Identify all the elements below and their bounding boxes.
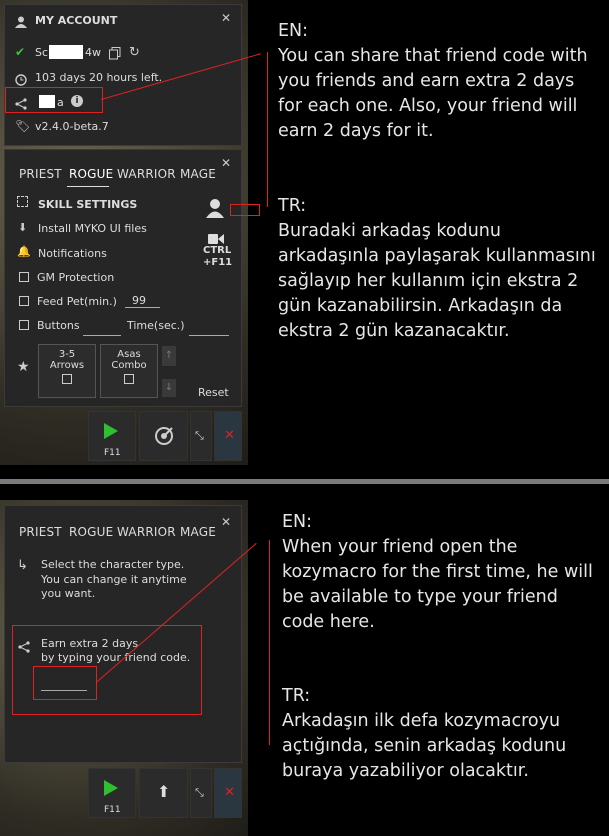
settings-panel: ✕ PRIEST ROGUE WARRIOR MAGE SKILL SETTIN… <box>4 149 242 407</box>
annotation-en-label: EN: <box>278 21 309 41</box>
select-line3: you want. <box>41 587 96 600</box>
class-tabs: PRIEST ROGUE WARRIOR MAGE <box>19 167 219 185</box>
account-panel: MY ACCOUNT ✕ ✔ Sc 4w ↻ 103 days 20 hours… <box>4 4 242 146</box>
upload-button[interactable]: ⬆ <box>139 768 188 818</box>
annotation-tr-text: Arkadaşın ilk defa kozymacroyu açtığında… <box>282 711 567 781</box>
tab-mage[interactable]: MAGE <box>180 167 216 181</box>
annotation-en-text: You can share that friend code with you … <box>278 46 588 141</box>
play-icon <box>104 780 118 796</box>
bracket-bottom <box>269 540 270 745</box>
license-code-start: Sc <box>35 46 49 59</box>
gm-protection-label: GM Protection <box>37 271 115 284</box>
friend-code-input-highlight <box>33 666 97 700</box>
install-myko-ui[interactable]: Install MYKO UI files <box>38 222 147 235</box>
check-icon: ✔ <box>15 45 26 59</box>
copy-icon[interactable] <box>109 45 121 64</box>
tab-priest[interactable]: PRIEST <box>19 167 62 181</box>
annotation-tr-label: TR: <box>282 686 311 706</box>
star-icon: ★ <box>17 359 30 375</box>
play-button[interactable]: F11 <box>88 411 136 461</box>
active-tab-underline <box>67 186 109 187</box>
install-icon: ⬇ <box>18 221 28 234</box>
time-input[interactable] <box>189 334 229 336</box>
version: v2.4.0-beta.7 <box>35 120 109 133</box>
minimize-button[interactable]: ⤡ <box>190 768 212 818</box>
select-line2: You can change it anytime <box>41 573 187 586</box>
hotkey-f11: +F11 <box>203 257 233 268</box>
redacted-block <box>49 45 83 59</box>
arrow-up-icon: ⬆ <box>157 782 171 801</box>
user-icon <box>15 13 27 32</box>
close-icon[interactable]: ✕ <box>221 11 231 25</box>
target-button[interactable] <box>139 411 188 461</box>
tab-rogue[interactable]: ROGUE <box>69 167 113 181</box>
target-icon <box>154 426 174 450</box>
buttons-label: Buttons <box>37 319 80 332</box>
section-divider <box>0 479 609 484</box>
notifications[interactable]: Notifications <box>38 247 107 260</box>
play-icon <box>104 423 118 439</box>
settings-focus-icon <box>17 196 28 207</box>
turn-arrow-icon: ↳ <box>17 558 28 573</box>
refresh-icon[interactable]: ↻ <box>129 45 140 60</box>
stop-button[interactable]: ✕ <box>214 411 242 461</box>
buttons-checkbox[interactable] <box>19 320 29 330</box>
gm-protection-checkbox[interactable] <box>19 272 29 282</box>
minimize-button[interactable]: ⤡ <box>190 411 212 461</box>
stop-icon: ✕ <box>224 428 235 443</box>
feed-pet-input[interactable]: 99 <box>125 294 160 308</box>
minimize-icon: ⤡ <box>195 786 204 799</box>
tag-icon: 🏷 <box>15 119 31 133</box>
friend-code-highlight <box>5 87 103 113</box>
minimize-icon: ⤡ <box>195 429 204 442</box>
stop-icon: ✕ <box>224 785 235 800</box>
f11-label: F11 <box>104 448 121 458</box>
account-header: MY ACCOUNT <box>35 14 118 27</box>
bracket-top <box>267 52 268 207</box>
person-icon[interactable] <box>205 198 225 222</box>
feed-pet-checkbox[interactable] <box>19 296 29 306</box>
arrow-pointer-top <box>230 204 260 216</box>
arrows-line2: Arrows <box>49 360 85 371</box>
tab-mage[interactable]: MAGE <box>180 525 216 539</box>
combo-line2: Combo <box>111 360 147 371</box>
arrows-line1: 3-5 <box>58 349 76 360</box>
hotkey-ctrl: CTRL <box>203 245 232 256</box>
tab-warrior[interactable]: WARRIOR <box>117 525 176 539</box>
license-code-end: 4w <box>85 46 101 59</box>
arrows-checkbox[interactable] <box>62 374 72 384</box>
annotation-en-text: When your friend open the kozymacro for … <box>282 537 593 632</box>
close-icon[interactable]: ✕ <box>221 515 231 529</box>
combo-checkbox[interactable] <box>124 374 134 384</box>
tab-warrior[interactable]: WARRIOR <box>117 167 176 181</box>
play-button[interactable]: F11 <box>88 768 136 818</box>
feed-pet-label: Feed Pet(min.) <box>37 295 117 308</box>
time-left: 103 days 20 hours left. <box>35 71 163 84</box>
combo-line1: Asas <box>117 349 141 360</box>
reset-button[interactable]: Reset <box>198 386 229 399</box>
stop-button[interactable]: ✕ <box>214 768 242 818</box>
annotation-tr-label: TR: <box>278 196 307 216</box>
combo-toggle[interactable]: Asas Combo <box>100 344 158 398</box>
tab-priest[interactable]: PRIEST <box>19 525 62 539</box>
time-label: Time(sec.) <box>127 319 185 332</box>
arrow-down-button[interactable]: ↓ <box>162 379 176 397</box>
f11-label: F11 <box>104 805 121 815</box>
arrows-toggle[interactable]: 3-5 Arrows <box>38 344 96 398</box>
bell-icon: 🔔 <box>17 245 31 258</box>
close-icon[interactable]: ✕ <box>221 156 231 170</box>
class-tabs: PRIEST ROGUE WARRIOR MAGE <box>19 525 219 543</box>
select-line1: Select the character type. <box>41 558 185 571</box>
skill-settings[interactable]: SKILL SETTINGS <box>38 198 137 211</box>
tab-rogue[interactable]: ROGUE <box>69 525 113 539</box>
annotation-en-label: EN: <box>282 512 313 532</box>
annotation-tr-text: Buradaki arkadaş kodunu arkadaşınla payl… <box>278 221 596 341</box>
buttons-input[interactable] <box>83 334 121 336</box>
arrow-up-button[interactable]: ↑ <box>162 346 176 366</box>
